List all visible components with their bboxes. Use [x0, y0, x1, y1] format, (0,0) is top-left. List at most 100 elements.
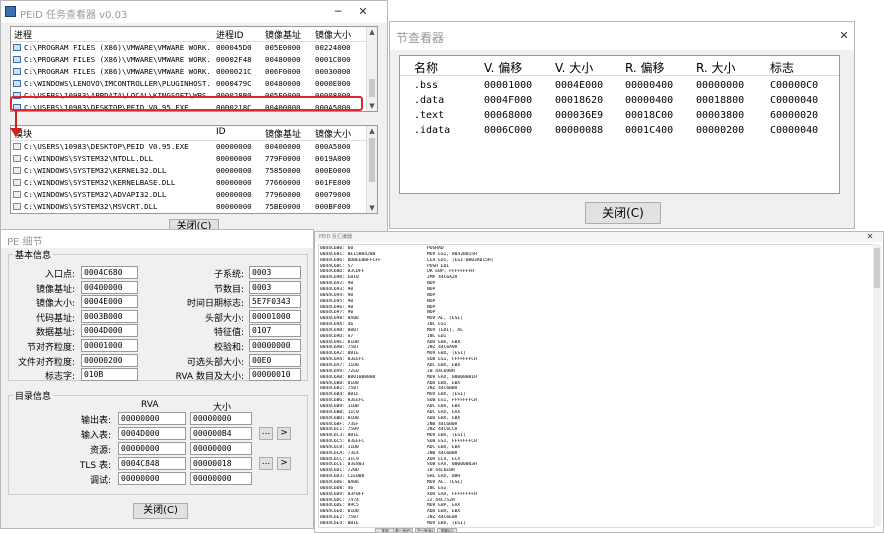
- table-row[interactable]: 0044C6B9: 11DB ADC EBX, EBX: [319, 404, 874, 409]
- field-value[interactable]: 00001000: [81, 339, 138, 352]
- process-list-scrollbar[interactable]: ▲ ▼: [366, 27, 377, 111]
- table-row[interactable]: 0044C6C3: 8B1E MOV EBX, [ESI]: [319, 433, 874, 438]
- table-row[interactable]: 0044C6DE: 89C5 MOV EBP, EAX: [319, 503, 874, 508]
- table-row[interactable]: 0044C6BB: 11C0 ADC EAX, EAX: [319, 410, 874, 415]
- table-row[interactable]: 0044C695: 90 NOP: [319, 299, 874, 304]
- table-row[interactable]: 0044C6A4: 83EEFC SUB ESI, FFFFFFFCH: [319, 357, 874, 362]
- field-value[interactable]: 0003: [249, 280, 301, 294]
- table-row[interactable]: 0044C6DC: 7474 JZ 44C752H: [319, 498, 874, 503]
- col-base[interactable]: 镜像基址: [265, 127, 301, 140]
- dir-rva[interactable]: 00000000: [118, 442, 186, 455]
- pe-close-button[interactable]: 关闭(C): [133, 503, 188, 519]
- table-row[interactable]: 0044C6B0: 01DB ADD EBX, EBX: [319, 381, 874, 386]
- table-row[interactable]: 0044C6B4: 8B1E MOV EBX, [ESI]: [319, 392, 874, 397]
- dir-rva[interactable]: 00000000: [118, 412, 186, 425]
- dir-size[interactable]: 000000B4: [190, 427, 252, 440]
- disassembly-scrollbar[interactable]: [873, 244, 881, 526]
- field-value[interactable]: 00E0: [249, 353, 301, 367]
- dir-size[interactable]: 00000000: [190, 472, 252, 485]
- table-row[interactable]: .text 00068000 000036E9 00018C00 00003800 600…: [400, 108, 839, 123]
- field-value[interactable]: 0003B000: [81, 309, 138, 323]
- col-size[interactable]: 镜像大小: [315, 127, 351, 140]
- table-row[interactable]: C:\WINDOWS\SYSTEM32\KERNEL32.DLL 00000000…: [11, 165, 369, 176]
- table-row[interactable]: 0044C69B: 8807 MOV [EDI], AL: [319, 328, 874, 333]
- col-r-size[interactable]: R. 大小: [696, 59, 736, 76]
- table-row[interactable]: 0044C692: 90 NOP: [319, 281, 874, 286]
- table-row[interactable]: 0044C68C: 57 PUSH EDI: [319, 264, 874, 269]
- table-row[interactable]: 0044C697: 90 NOP: [319, 310, 874, 315]
- table-row[interactable]: 0044C6E2: 7507 JNZ 44C6EBH: [319, 515, 874, 520]
- dir-rva[interactable]: 00000000: [118, 472, 186, 485]
- dir-more-button[interactable]: ...: [259, 457, 273, 470]
- table-row[interactable]: 0044C6D9: 83F0FF XOR EAX, FFFFFFFFH: [319, 492, 874, 497]
- scroll-down-icon[interactable]: ▼: [368, 102, 376, 110]
- table-row[interactable]: C:\WINDOWS\SYSTEM32\MSVCRT.DLL 00000000 75…: [11, 201, 369, 212]
- dir-size[interactable]: 00000018: [190, 457, 252, 470]
- field-value[interactable]: 0003: [249, 266, 301, 279]
- col-size[interactable]: 镜像大小: [315, 28, 351, 41]
- table-row[interactable]: 0044C69D: 47 INC EDI: [319, 334, 874, 339]
- col-name[interactable]: 名称: [414, 59, 438, 76]
- table-row[interactable]: C:\PROGRAM FILES (X86)\VMWARE\VMWARE WOR…: [11, 42, 369, 53]
- col-flags[interactable]: 标志: [770, 59, 794, 76]
- field-value[interactable]: 00400000: [81, 280, 138, 294]
- disasm-nav-button[interactable]: 前一页(P): [393, 528, 413, 532]
- dir-more-button[interactable]: ...: [259, 427, 273, 440]
- table-row[interactable]: 0044C6D1: 720D JB 44C6E0H: [319, 468, 874, 473]
- disassembly-listing[interactable]: 0044C680: 60 PUSHAD 0044C681: BE15B04200 MO…: [318, 244, 875, 528]
- table-row[interactable]: 0044C6C1: 7509 JNZ 44C6CCH: [319, 427, 874, 432]
- field-value[interactable]: 00000200: [81, 353, 138, 367]
- table-row[interactable]: 0044C690: EB10 JMP 44C6A2H: [319, 275, 874, 280]
- scroll-down-icon[interactable]: ▼: [368, 204, 376, 212]
- field-value[interactable]: 0107: [249, 324, 301, 338]
- table-row[interactable]: C:\PROGRAM FILES (X86)\VMWARE\VMWARE WOR…: [11, 66, 369, 77]
- disasm-nav-button[interactable]: 关闭: [375, 528, 395, 532]
- table-row[interactable]: 0044C6A9: 72ED JB 44C698H: [319, 369, 874, 374]
- field-value[interactable]: 010B: [81, 368, 138, 382]
- table-row[interactable]: 0044C693: 90 NOP: [319, 287, 874, 292]
- table-row[interactable]: 0044C69A: 46 INC ESI: [319, 322, 874, 327]
- table-row[interactable]: 0044C6CA: 73E4 JNB 44C6B0H: [319, 451, 874, 456]
- module-list[interactable]: 模块 ID 镜像基址 镜像大小 C:\USERS\10983\DESKTOP\P…: [10, 125, 378, 214]
- table-row[interactable]: 0044C680: 60 PUSHAD: [319, 246, 874, 251]
- scroll-thumb[interactable]: [874, 248, 880, 288]
- table-row[interactable]: 0044C6C8: 11DB ADC EBX, EBX: [319, 445, 874, 450]
- table-row[interactable]: 0044C6C5: 83EEFC SUB ESI, FFFFFFFCH: [319, 439, 874, 444]
- col-base[interactable]: 镜像基址: [265, 28, 301, 41]
- table-row[interactable]: .idata 0006C000 00000088 0001C400 00000200 C0…: [400, 123, 839, 138]
- table-row[interactable]: 0044C6D3: C1E008 SHL EAX, 08H: [319, 474, 874, 479]
- dir-next-button[interactable]: >: [277, 427, 291, 440]
- table-row[interactable]: C:\USERS\10983\DESKTOP\PEID V0.95.EXE 000…: [11, 141, 369, 152]
- table-row[interactable]: 0044C6E0: 01DB ADD EBX, EBX: [319, 509, 874, 514]
- col-id[interactable]: ID: [216, 127, 226, 137]
- dir-size[interactable]: 00000000: [190, 412, 252, 425]
- disasm-nav-button[interactable]: 复制(C): [437, 528, 457, 532]
- table-row[interactable]: .bss 00001000 0004E000 00000400 00000000 C000…: [400, 78, 839, 93]
- table-row[interactable]: C:\WINDOWS\LENOVO\IMCONTROLLER\PLUGINHOS…: [11, 78, 369, 89]
- table-row[interactable]: 0044C68D: 83CDFF OR EBP, FFFFFFFFH: [319, 269, 874, 274]
- table-row[interactable]: 0044C696: 90 NOP: [319, 305, 874, 310]
- dir-rva[interactable]: 0004C848: [118, 457, 186, 470]
- scroll-up-icon[interactable]: ▲: [368, 127, 376, 135]
- table-row[interactable]: 0044C694: 90 NOP: [319, 293, 874, 298]
- table-row[interactable]: 0044C681: BE15B04200 MOV ESI, 0042B015H: [319, 252, 874, 257]
- col-v-offset[interactable]: V. 偏移: [484, 59, 522, 76]
- table-row[interactable]: 0044C6CC: 31C9 XOR ECX, ECX: [319, 457, 874, 462]
- table-row[interactable]: 0044C6E4: 8B1E MOV EBX, [ESI]: [319, 521, 874, 526]
- table-row[interactable]: 0044C69E: 01DB ADD EBX, EBX: [319, 340, 874, 345]
- table-row[interactable]: C:\WINDOWS\SYSTEM32\ADVAPI32.DLL 00000000…: [11, 189, 369, 200]
- module-list-scrollbar[interactable]: ▲ ▼: [366, 126, 377, 213]
- table-row[interactable]: 0044C6D6: 8A06 MOV AL, [ESI]: [319, 480, 874, 485]
- close-window-icon[interactable]: ✕: [836, 28, 852, 44]
- field-value[interactable]: 5E7F0343: [249, 295, 301, 309]
- table-row[interactable]: 0044C686: 8DBEEBBFFCFF LEA EDI, [ESI-0003…: [319, 258, 874, 263]
- table-row[interactable]: C:\WINDOWS\SYSTEM32\KERNELBASE.DLL 000000…: [11, 177, 369, 188]
- field-value[interactable]: 0004D000: [81, 324, 138, 338]
- table-row[interactable]: 0044C6BD: 01DB ADD EBX, EBX: [319, 416, 874, 421]
- table-row[interactable]: 0044C6A0: 7507 JNZ 44C6A9H: [319, 345, 874, 350]
- close-window-icon[interactable]: ✕: [355, 4, 371, 20]
- table-row[interactable]: C:\WINDOWS\SYSTEM32\NTDLL.DLL 00000000 779…: [11, 153, 369, 164]
- close-window-icon[interactable]: ✕: [862, 232, 878, 245]
- table-row[interactable]: 0044C6B6: 83EEFC SUB ESI, FFFFFFFCH: [319, 398, 874, 403]
- table-row[interactable]: 0044C6AB: B801000000 MOV EAX, 00000001H: [319, 375, 874, 380]
